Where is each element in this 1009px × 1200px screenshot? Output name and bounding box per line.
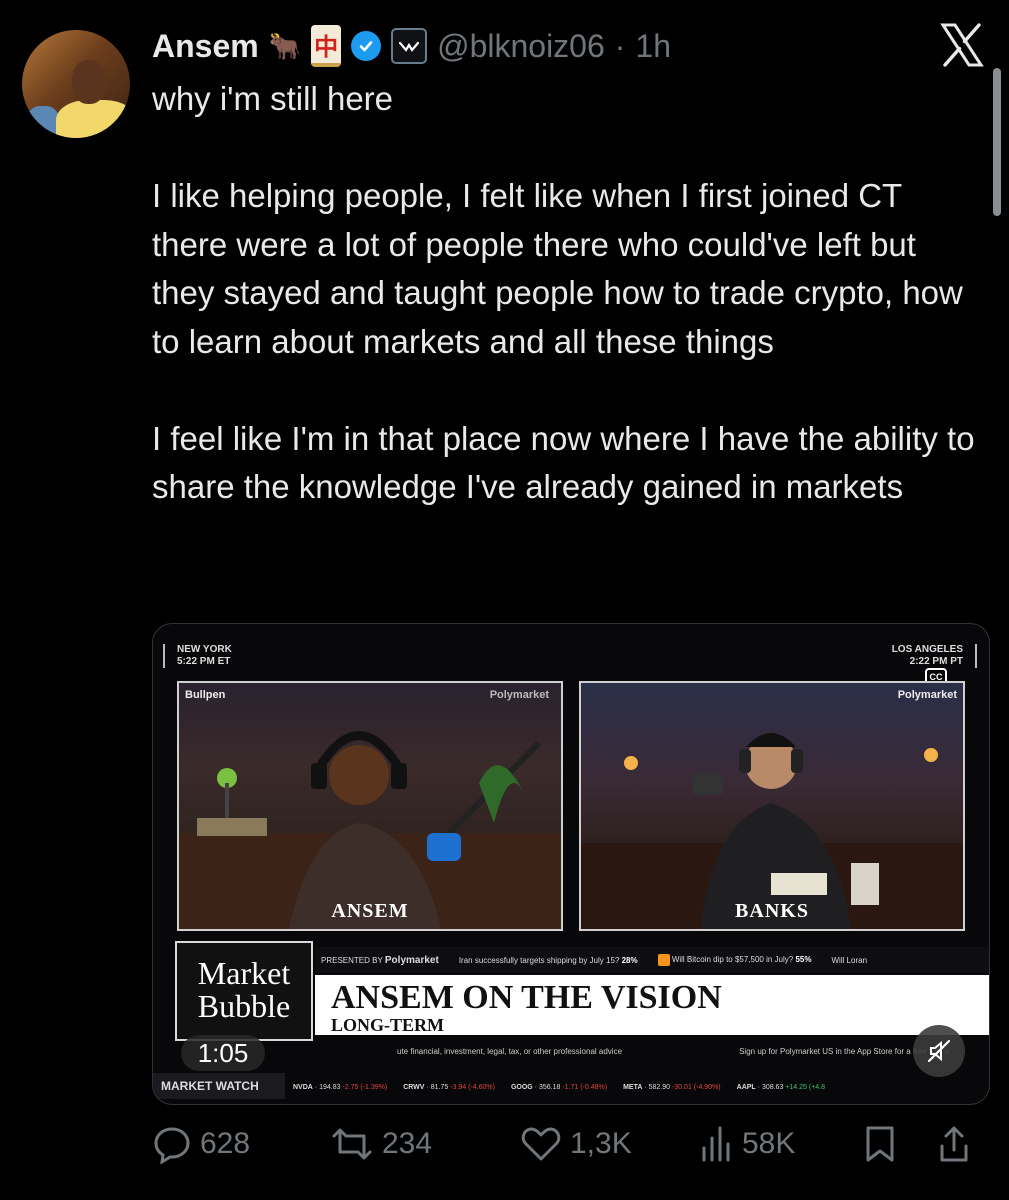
tweet-paragraph: I feel like I'm in that place now where … [152,419,975,506]
repost-icon [332,1128,372,1160]
city-left-time: 5:22 PM ET [177,656,231,667]
stock-item: CRWV · 81.75 -3.94 (-4.60%) [403,1083,495,1091]
views-button[interactable]: 58K [698,1124,862,1164]
share-button[interactable] [936,1124,982,1164]
video-panel-left: Bullpen Polymarket ANSEM [177,681,563,931]
repost-button[interactable]: 234 [330,1124,520,1164]
bookmark-button[interactable] [862,1124,936,1164]
headline-bar: ANSEM ON THE VISION LONG-TERM [315,975,989,1035]
city-right-time: 2:22 PM PT [909,656,963,667]
views-count: 58K [742,1127,796,1160]
video-scene-left [179,731,561,929]
city-right-name: LOS ANGELES [891,644,963,655]
guest-left-label: ANSEM [331,900,409,922]
tweet-timestamp[interactable]: 1h [635,28,671,65]
bitcoin-icon [657,954,670,966]
x-logo-icon[interactable] [939,22,985,68]
affiliate-badge-icon[interactable] [391,28,428,64]
author-avatar[interactable] [22,30,130,138]
stock-item: NVDA · 194.83 -2.75 (-1.39%) [293,1083,388,1091]
stock-item: META · 582.90 -30.01 (-4.90%) [623,1083,721,1091]
like-button[interactable]: 1,3K [520,1124,698,1164]
reply-count: 628 [200,1127,251,1160]
disclaimer-left: ute financial, investment, legal, tax, o… [397,1046,623,1056]
video-elapsed-time: 1:05 [181,1035,265,1071]
avatar-figure-child [26,106,60,138]
video-scene-right [581,733,963,929]
video-panel-right: Polymarket BANKS [579,681,965,931]
tweet-paragraph: why i'm still here [152,80,394,117]
avatar-figure-shirt [56,100,130,138]
city-left: NEW YORK 5:22 PM ET [163,644,232,668]
heart-icon [521,1127,561,1161]
guest-right-label: BANKS [735,900,809,922]
city-left-name: NEW YORK [177,644,232,655]
stock-item: AAPL · 308.63 +14.25 (+4.8 [736,1083,826,1091]
tweet-action-bar: 628 234 1,3K 58K [152,1118,982,1170]
avatar-figure-face [72,60,106,104]
video-headline: ANSEM ON THE VISION [331,979,722,1016]
author-handle[interactable]: @blknoiz06 [437,28,605,65]
market-item: Iran successfully targets shipping by Ju… [458,955,638,965]
views-icon [702,1126,730,1162]
bookmark-icon [866,1126,894,1162]
video-subheadline: LONG-TERM [331,1015,445,1035]
bull-emoji: 🐂 [268,30,302,61]
verified-badge-icon[interactable] [351,31,382,61]
lower-third: Market Bubble PRESENTED BY Polymarket Ir… [153,939,989,1104]
tweet-body: why i'm still here I like helping people… [152,75,982,512]
city-right: LOS ANGELES 2:22 PM PT [892,644,977,668]
market-watch-label: MARKET WATCH [153,1073,285,1099]
market-item: Will Bitcoin dip to $57,500 in July? 55% [657,954,811,966]
author-name[interactable]: Ansem [152,28,259,65]
reply-icon [154,1127,190,1164]
markets-ticker: PRESENTED BY Polymarket Iran successfull… [315,947,989,973]
meta-separator: · [614,27,626,64]
like-count: 1,3K [570,1127,632,1160]
presented-by: PRESENTED BY Polymarket [321,954,439,966]
stock-ticker: NVDA · 194.83 -2.75 (-1.39%) CRWV · 81.7… [293,1077,989,1097]
tweet-paragraph: I like helping people, I felt like when … [152,177,963,360]
market-item: Will Loran [831,955,868,965]
share-icon [940,1126,968,1162]
repost-count: 234 [382,1127,433,1160]
market-bubble-logo: Market Bubble [175,941,313,1041]
disclaimer-bar: ute financial, investment, legal, tax, o… [315,1037,989,1065]
stock-item: GOOG · 356.18 -1.71 (-0.48%) [510,1083,608,1091]
reply-button[interactable]: 628 [152,1124,330,1164]
tweet-header: Ansem 🐂 中 @blknoiz06 · 1h [152,24,671,68]
mahjong-tile-icon: 中 [311,25,342,67]
scrollbar[interactable] [993,68,1001,216]
video-player[interactable]: NEW YORK 5:22 PM ET LOS ANGELES 2:22 PM … [152,623,990,1105]
mute-icon[interactable] [913,1025,965,1077]
